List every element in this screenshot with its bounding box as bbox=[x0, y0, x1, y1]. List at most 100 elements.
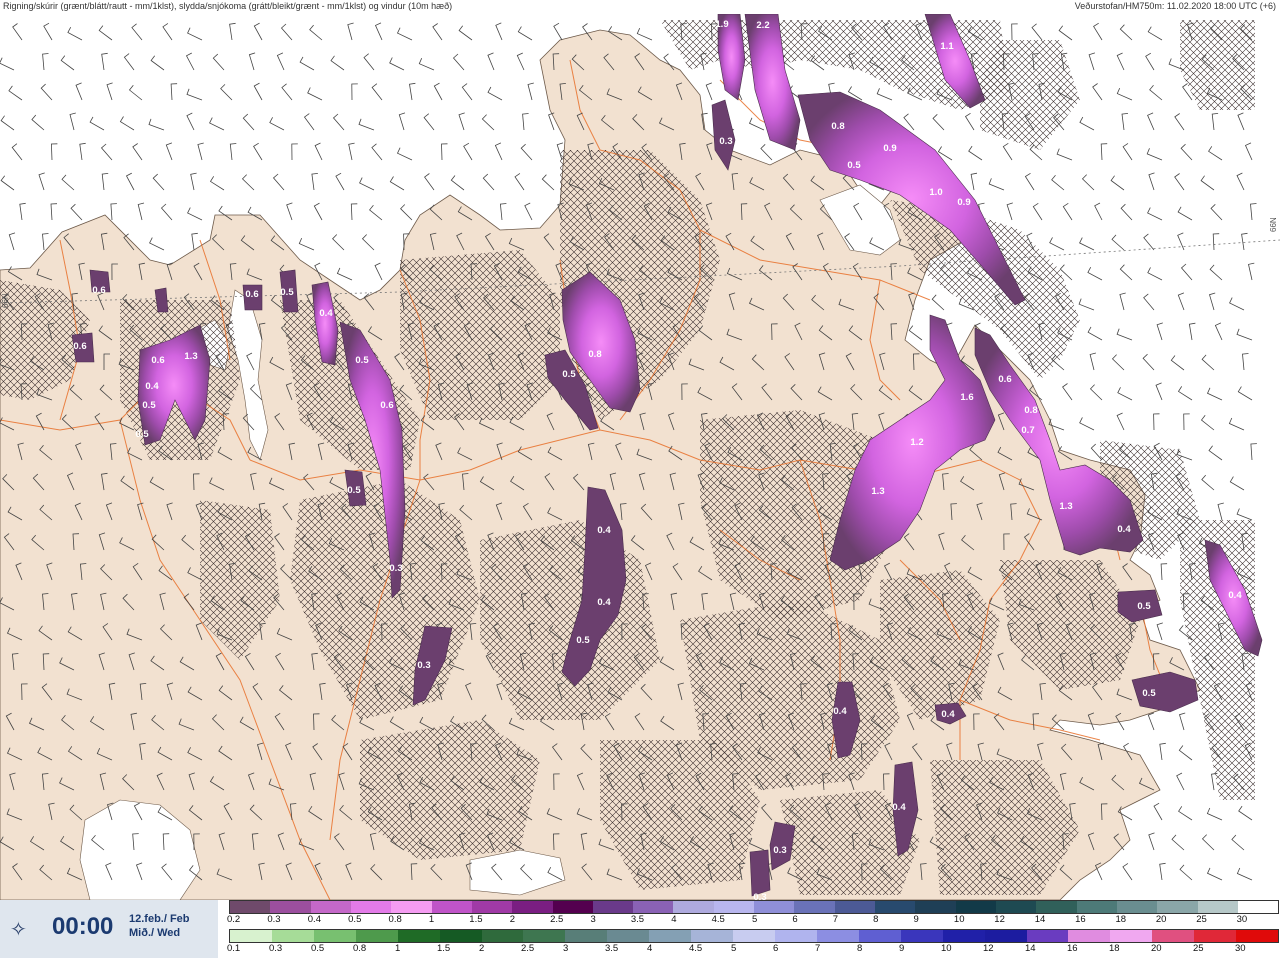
scale-swatch bbox=[439, 930, 482, 942]
scale-label: 0.8 bbox=[388, 914, 402, 925]
scale-swatch bbox=[649, 930, 692, 942]
scale-label: 4.5 bbox=[711, 914, 725, 925]
scale-swatch bbox=[691, 930, 734, 942]
scale-swatch bbox=[350, 901, 392, 913]
precip-amount-label: 1.2 bbox=[910, 437, 923, 448]
scale-label: 9 bbox=[913, 914, 919, 925]
precip-amount-label: 0.9 bbox=[957, 197, 970, 208]
precip-amount-label: 0.8 bbox=[1024, 405, 1037, 416]
scale-swatch bbox=[713, 901, 755, 913]
precip-amount-label: 0.5 bbox=[355, 355, 369, 366]
scale-label: 1 bbox=[395, 943, 401, 954]
scale-label: 0.1 bbox=[227, 943, 241, 954]
rain-scale-labels: 0.1 0.3 0.5 0.8 1 1.5 2 2.5 3 3.5 4 4.5 5 6 7 8 9 10 12 14 1… bbox=[227, 943, 1279, 955]
scale-swatch bbox=[397, 930, 440, 942]
scale-label: 3 bbox=[563, 943, 569, 954]
scale-label: 4 bbox=[647, 943, 653, 954]
scale-swatch bbox=[754, 901, 795, 913]
precip-amount-label: 1.3 bbox=[1059, 501, 1072, 512]
precip-amount-label: 0.9 bbox=[883, 143, 896, 154]
precip-amount-label: 0.4 bbox=[597, 597, 611, 608]
scale-label: 1.5 bbox=[469, 914, 483, 925]
scale-swatch bbox=[858, 930, 901, 942]
scale-swatch bbox=[230, 930, 272, 942]
scale-label: 0.3 bbox=[269, 943, 283, 954]
scale-swatch bbox=[592, 901, 634, 913]
precip-amount-label: 0.5 bbox=[576, 635, 590, 646]
rain-scale-bar bbox=[229, 929, 1279, 943]
precip-amount-label: 1.3 bbox=[184, 351, 197, 362]
map-header: Rigning/skúrir (grænt/blátt/rautt - mm/1… bbox=[0, 0, 1280, 15]
scale-swatch bbox=[915, 901, 956, 913]
precip-amount-label: 0.4 bbox=[319, 308, 333, 319]
scale-label: 7 bbox=[832, 914, 839, 925]
precip-amount-label: 0.5 bbox=[847, 160, 861, 171]
precip-amount-label: 0.5 bbox=[347, 485, 361, 496]
wind-compass-icon: ✧ bbox=[10, 919, 27, 941]
precip-amount-label: 0.5 bbox=[1142, 688, 1156, 699]
scale-swatch bbox=[230, 901, 271, 913]
scale-label: 10 bbox=[953, 914, 965, 925]
scale-label: 4.5 bbox=[689, 943, 703, 954]
scale-swatch bbox=[1157, 901, 1198, 913]
scale-swatch bbox=[1068, 930, 1111, 942]
scale-swatch bbox=[834, 901, 875, 913]
rain-color-scale: 0.1 0.3 0.5 0.8 1 1.5 2 2.5 3 3.5 4 4.5 5 6 7 8 9 10 12 14 1… bbox=[227, 929, 1279, 955]
precip-amount-label: 0.6 bbox=[245, 289, 258, 300]
precip-amount-label: 0.5 bbox=[1137, 601, 1151, 612]
precip-amount-label: 0.3 bbox=[719, 136, 732, 147]
forecast-time: 00:00 bbox=[52, 913, 114, 940]
scale-swatch bbox=[984, 930, 1027, 942]
scale-label: 3.5 bbox=[630, 914, 645, 925]
scale-label: 14 bbox=[1034, 914, 1046, 925]
scale-swatch bbox=[565, 930, 608, 942]
scale-swatch bbox=[481, 930, 524, 942]
scale-swatch bbox=[512, 901, 553, 913]
precip-amount-label: 0.6 bbox=[92, 285, 105, 296]
precip-amount-label: 1.3 bbox=[871, 486, 884, 497]
forecast-weekday: Mið./ Wed bbox=[129, 927, 181, 939]
model-run-info: Veðurstofan/HM750m: 11.02.2020 18:00 UTC… bbox=[1074, 1, 1276, 11]
scale-label: 3.5 bbox=[605, 943, 619, 954]
scale-swatch bbox=[942, 930, 985, 942]
precip-amount-label: 1.6 bbox=[960, 392, 973, 403]
precip-amount-label: 0.4 bbox=[892, 802, 906, 813]
scale-label: 12 bbox=[983, 943, 994, 954]
scale-label: 18 bbox=[1115, 914, 1127, 925]
scale-label: 1 bbox=[428, 914, 435, 925]
scale-swatch bbox=[1237, 901, 1279, 913]
scale-swatch bbox=[270, 901, 311, 913]
precip-amount-label: 0.4 bbox=[941, 709, 955, 720]
scale-swatch bbox=[552, 901, 593, 913]
scale-swatch bbox=[310, 901, 351, 913]
precip-amount-label: 0.4 bbox=[597, 525, 611, 536]
scale-swatch bbox=[271, 930, 314, 942]
scale-swatch bbox=[774, 930, 817, 942]
scale-label: 0.5 bbox=[348, 914, 362, 925]
scale-label: 25 bbox=[1196, 914, 1207, 925]
scale-label: 2.5 bbox=[550, 914, 564, 925]
weather-map[interactable]: 66N 66N 1.9 2.2 1.1 0.3 0.8 0.5 0.9 1.0 … bbox=[0, 14, 1280, 900]
snow-scale-bar bbox=[229, 900, 1279, 914]
precip-amount-label: 1.0 bbox=[929, 187, 942, 198]
precip-amount-label: 0.6 bbox=[380, 400, 393, 411]
scale-label: 7 bbox=[815, 943, 821, 954]
scale-label: 8 bbox=[873, 914, 879, 925]
scale-label: 2 bbox=[509, 914, 515, 925]
precip-amount-label: 0.4 bbox=[1228, 590, 1242, 601]
scale-swatch bbox=[431, 901, 472, 913]
scale-label: 4 bbox=[671, 914, 677, 925]
scale-swatch bbox=[673, 901, 714, 913]
scale-swatch bbox=[1026, 930, 1069, 942]
scale-label: 2.5 bbox=[521, 943, 535, 954]
scale-label: 1.5 bbox=[437, 943, 451, 954]
latitude-label-right: 66N bbox=[1269, 217, 1278, 232]
precip-amount-label: 0.5 bbox=[142, 400, 156, 411]
scale-label: 6 bbox=[773, 943, 779, 954]
precip-amount-label: 0.5 bbox=[280, 287, 294, 298]
scale-label: 30 bbox=[1236, 914, 1248, 925]
scale-swatch bbox=[1110, 930, 1153, 942]
precip-amount-label: 0.3 bbox=[417, 660, 430, 671]
precip-amount-label: 0.6 bbox=[998, 374, 1011, 385]
precip-amount-label: 0.6 bbox=[151, 355, 164, 366]
